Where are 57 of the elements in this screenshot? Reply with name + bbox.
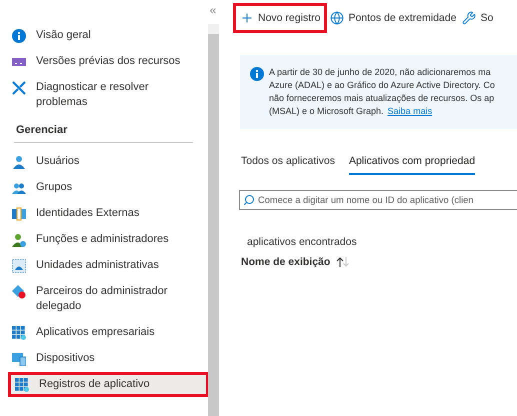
user-role-icon [12,233,26,247]
banner-text: (MSAL) e o Microsoft Graph. Saiba mais [269,105,434,118]
plus-icon [240,11,254,25]
banner-text: não forneceremos mais atualizações de recursos. Os ap [269,92,495,105]
nav-item[interactable]: Grupos [0,175,203,200]
user-icon [12,155,26,169]
tab[interactable]: Todos os aplicativos [241,155,335,175]
search-icon [243,194,255,206]
toolbar-button[interactable]: Pontos de extremidade [327,3,460,33]
nav-item[interactable]: Identidades Externas [0,201,203,226]
users-icon [12,181,26,195]
nav-item-label: Grupos [36,180,74,195]
section-header: Gerenciar [14,116,193,143]
info-icon [250,67,264,81]
preview-icon [12,55,26,69]
wrench-icon [462,11,476,25]
tab[interactable]: Aplicativos com propriedad [348,155,476,175]
nav-item[interactable]: Diagnosticar e resolver problemas [0,75,203,115]
nav-item-label: Parceiros do administrador delegado [36,284,168,314]
nav-item[interactable]: Versões prévias dos recursos [0,49,203,74]
learn-more-link[interactable]: Saiba mais [388,106,432,116]
nav-item[interactable]: Parceiros do administrador delegado [0,279,203,319]
results-count: aplicativos encontrados [247,236,358,248]
apps-grid-icon [12,326,26,340]
globe-icon [330,11,344,25]
nav-item-label: Versões prévias dos recursos [36,54,182,69]
nav-item-label: Identidades Externas [36,206,140,221]
identity-icon [12,207,26,221]
nav-item[interactable]: Registros de aplicativo [8,372,209,397]
units-icon [12,259,26,273]
collapse-button[interactable]: « [210,0,216,24]
search-field[interactable]: Comece a digitar um nome ou ID do aplicativo (clien [239,190,517,210]
nav-item[interactable]: Unidades administrativas [0,253,203,278]
toolbar-button[interactable]: Novo registro [233,3,328,33]
nav-item-label: Funções e administradores [36,232,170,247]
nav-item[interactable]: Visão geral [0,23,203,48]
nav-item-label: Usuários [36,154,80,169]
apps-grid-icon [15,378,29,392]
nav-item-label: Unidades administrativas [36,258,160,273]
tools-icon [12,81,26,95]
info-icon [12,29,26,43]
nav-item[interactable]: Usuários [0,149,203,174]
partner-icon [12,285,26,299]
nav-item-label: Diagnosticar e resolver problemas [36,80,150,110]
nav-item-label: Dispositivos [36,351,96,366]
nav-item[interactable]: Dispositivos [0,346,203,371]
devices-icon [12,352,26,366]
column-header[interactable]: Nome de exibição [241,256,330,268]
nav-item[interactable]: Funções e administradores [0,227,203,252]
nav-item-label: Aplicativos empresariais [36,325,156,340]
banner-text: Azure (ADAL) e ao Gráfico do Azure Active Directory. Co [269,79,495,92]
nav-item[interactable]: Aplicativos empresariais [0,320,203,345]
nav-item-label: Visão geral [36,28,92,43]
scrollbar[interactable] [208,24,218,416]
banner-text: A partir de 30 de junho de 2020, não adicionaremos ma [269,66,492,79]
nav-item-label: Registros de aplicativo [39,377,151,392]
toolbar-button[interactable]: So [459,3,496,33]
